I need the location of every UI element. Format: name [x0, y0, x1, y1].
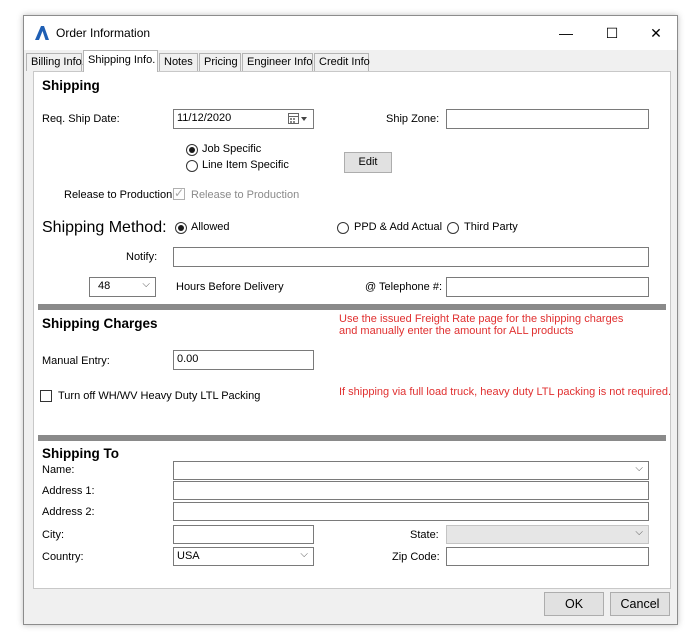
job-specific-label: Job Specific	[202, 143, 262, 155]
cancel-button[interactable]: Cancel	[610, 592, 670, 616]
allowed-label: Allowed	[191, 221, 230, 233]
address1-input[interactable]	[173, 481, 649, 500]
release-to-production-checkbox-label: Release to Production	[191, 189, 300, 201]
zip-code-label: Zip Code:	[392, 551, 440, 563]
state-select[interactable]: ⌵	[446, 525, 649, 544]
line-item-specific-radio[interactable]	[186, 160, 198, 172]
tab-notes[interactable]: Notes	[159, 53, 198, 71]
telephone-input[interactable]	[446, 277, 649, 297]
req-ship-date-label: Req. Ship Date:	[42, 113, 120, 125]
title-bar: Order Information — ☐ ✕	[24, 16, 677, 50]
shipping-section-title: Shipping	[42, 78, 100, 93]
shipping-method-label: Shipping Method:	[42, 219, 167, 236]
ppd-add-actual-radio[interactable]	[337, 222, 349, 234]
manual-entry-label: Manual Entry:	[42, 355, 110, 367]
third-party-radio[interactable]	[447, 222, 459, 234]
minimize-button[interactable]: —	[543, 16, 589, 50]
checkmark-icon: ✓	[174, 186, 185, 200]
city-input[interactable]	[173, 525, 314, 544]
window-title: Order Information	[56, 26, 151, 40]
city-label: City:	[42, 529, 64, 541]
zip-code-input[interactable]	[446, 547, 649, 566]
tab-billing-info[interactable]: Billing Info.	[26, 53, 85, 71]
notify-label: Notify:	[126, 251, 158, 263]
hours-before-delivery-label: Hours Before Delivery	[176, 281, 284, 293]
chevron-down-icon: ⌵	[635, 527, 643, 538]
address1-label: Address 1:	[42, 485, 95, 497]
freight-rate-note-line1: Use the issued Freight Rate page for the…	[339, 313, 624, 325]
job-specific-radio[interactable]	[186, 144, 198, 156]
order-information-window: Order Information — ☐ ✕ Billing Info. Sh…	[23, 15, 678, 625]
release-to-production-checkbox[interactable]: ✓	[173, 186, 185, 200]
country-label: Country:	[42, 551, 84, 563]
name-combobox[interactable]: ⌵	[173, 461, 649, 480]
tab-shipping-info[interactable]: Shipping Info.	[83, 50, 158, 72]
manual-entry-input[interactable]: 0.00	[173, 350, 314, 370]
section-separator	[38, 304, 666, 310]
ppd-add-actual-label: PPD & Add Actual	[354, 221, 443, 233]
line-item-specific-label: Line Item Specific	[202, 159, 289, 171]
edit-button[interactable]: Edit	[344, 152, 392, 173]
chevron-down-icon: ⌵	[300, 549, 308, 560]
req-ship-date-value: 11/12/2020	[177, 112, 232, 124]
close-button[interactable]: ✕	[633, 16, 679, 50]
state-label: State:	[410, 529, 439, 541]
tab-pricing[interactable]: Pricing	[199, 53, 241, 71]
tab-credit-info[interactable]: Credit Info	[314, 53, 370, 71]
req-ship-date-picker[interactable]: 11/12/2020	[173, 109, 314, 129]
third-party-label: Third Party	[464, 221, 518, 233]
freight-rate-note-line2: and manually enter the amount for ALL pr…	[339, 325, 574, 337]
address2-label: Address 2:	[42, 506, 95, 518]
app-logo-icon	[35, 26, 49, 40]
maximize-button[interactable]: ☐	[589, 16, 635, 50]
country-value: USA	[177, 550, 200, 562]
chevron-down-icon: ⌵	[635, 463, 643, 474]
ltl-packing-note: If shipping via full load truck, heavy d…	[339, 386, 672, 398]
ok-button[interactable]: OK	[544, 592, 604, 616]
tab-engineer-info[interactable]: Engineer Info	[242, 53, 313, 71]
ship-zone-input[interactable]	[446, 109, 649, 129]
ship-zone-label: Ship Zone:	[386, 113, 440, 125]
hours-select-value: 48	[98, 280, 111, 292]
notify-input[interactable]	[173, 247, 649, 267]
section-separator	[38, 435, 666, 441]
address2-input[interactable]	[173, 502, 649, 521]
telephone-label: @ Telephone #:	[365, 281, 443, 293]
allowed-radio[interactable]	[175, 222, 187, 234]
ltl-packing-checkbox[interactable]	[40, 390, 52, 402]
name-label: Name:	[42, 464, 75, 476]
shipping-charges-title: Shipping Charges	[42, 316, 158, 331]
shipping-to-title: Shipping To	[42, 446, 119, 461]
release-to-production-label: Release to Production	[64, 189, 173, 201]
calendar-icon[interactable]	[288, 113, 308, 125]
ltl-packing-label: Turn off WH/WV Heavy Duty LTL Packing	[58, 390, 261, 402]
shipping-info-panel: Shipping Req. Ship Date: 11/12/2020 Ship…	[33, 71, 671, 589]
country-select[interactable]: USA ⌵	[173, 547, 314, 566]
hours-select[interactable]: 48 ⌵	[89, 277, 156, 297]
chevron-down-icon: ⌵	[142, 279, 150, 290]
